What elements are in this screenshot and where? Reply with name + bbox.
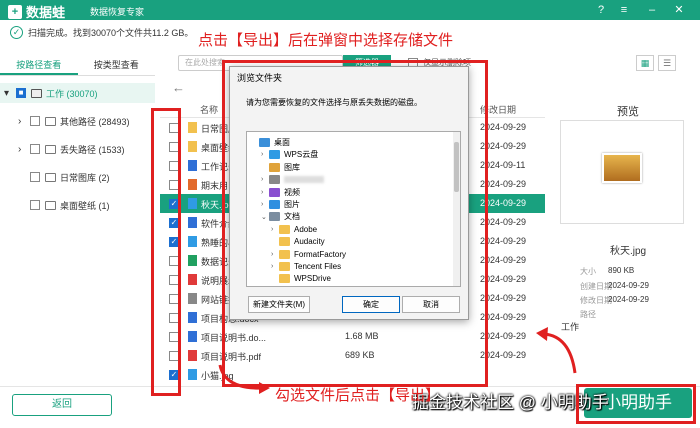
back-button[interactable]: 返回	[12, 394, 112, 416]
tab-by-type[interactable]: 按类型查看	[78, 56, 156, 75]
tab-by-path[interactable]: 按路径查看	[0, 56, 78, 75]
collapse-icon[interactable]: ▾	[4, 88, 14, 99]
img-file-icon	[188, 198, 197, 209]
app-name: 数据蛙	[26, 5, 66, 20]
col-name[interactable]: 名称	[200, 103, 218, 116]
preview-thumbnail	[602, 153, 642, 183]
annotation-box-export	[576, 384, 696, 424]
preview-file-name: 秋天.jpg	[610, 246, 647, 257]
img-file-icon	[188, 369, 197, 380]
app-logo: + 数据蛙	[8, 2, 65, 21]
doc-file-icon	[188, 312, 197, 323]
tree-item-wallpaper[interactable]: 桌面壁纸 (1)	[18, 197, 110, 213]
app-subtitle: 数据恢复专家	[90, 7, 145, 17]
folder-icon	[45, 200, 56, 210]
check-circle-icon: ✓	[10, 26, 23, 39]
expand-icon[interactable]: ›	[18, 116, 28, 127]
tree-item-label: 丢失路径 (1533)	[60, 144, 125, 155]
view-tabs: 按路径查看 按类型查看	[0, 56, 155, 76]
annotation-arrow-left	[218, 364, 270, 394]
scan-status-text: 扫描完成。找到30070个文件共11.2 GB。	[28, 28, 194, 38]
root-checkbox[interactable]: ■	[16, 88, 26, 98]
txt-file-icon	[188, 293, 197, 304]
preview-value: 2024-09-29	[608, 281, 649, 290]
tree-item-label: 日常图库 (2)	[60, 172, 110, 183]
tree-item-label: 桌面壁纸 (1)	[60, 200, 110, 211]
title-bar: + 数据蛙 数据恢复专家 ? ≡ – ✕	[0, 0, 700, 20]
doc-file-icon	[188, 217, 197, 228]
preview-value: 2024-09-29	[608, 295, 649, 304]
preview-value: 890 KB	[608, 266, 635, 275]
img-file-icon	[188, 236, 197, 247]
tree-item-other-paths[interactable]: › 其他路径 (28493)	[18, 113, 130, 129]
ppt-file-icon	[188, 179, 197, 190]
help-icon[interactable]: ?	[594, 3, 608, 17]
folder-file-icon	[188, 122, 197, 133]
left-panel: 按路径查看 按类型查看 ▾ ■ 工作 (30070) › 其他路径 (28493…	[0, 56, 155, 386]
scan-status: ✓ 扫描完成。找到30070个文件共11.2 GB。	[10, 26, 193, 39]
expand-icon[interactable]: ›	[18, 144, 28, 155]
minimize-icon[interactable]: –	[645, 3, 659, 17]
list-view-icon[interactable]: ☰	[658, 55, 676, 71]
tree-item-label: 其他路径 (28493)	[60, 116, 130, 127]
logo-icon: +	[8, 4, 22, 19]
tree-checkbox[interactable]	[30, 144, 40, 154]
menu-icon[interactable]: ≡	[617, 3, 631, 17]
preview-box	[560, 120, 684, 224]
grid-view-icon[interactable]: ▦	[636, 55, 654, 71]
annotation-arrow-right	[536, 327, 577, 374]
annotation-box-checkboxes	[151, 108, 181, 396]
tree-item-daily-gallery[interactable]: 日常图库 (2)	[18, 169, 110, 185]
back-arrow-icon[interactable]: ←	[172, 80, 185, 95]
folder-icon	[45, 172, 56, 182]
doc-file-icon	[188, 331, 197, 342]
tree-checkbox[interactable]	[30, 200, 40, 210]
tree-item-lost-paths[interactable]: › 丢失路径 (1533)	[18, 141, 125, 157]
folder-icon	[45, 144, 56, 154]
tree-root-label: 工作 (30070)	[46, 88, 98, 99]
annotation-bottom: 勾选文件后点击【导出】	[275, 387, 441, 404]
folder-file-icon	[188, 141, 197, 152]
pdf-file-icon	[188, 274, 197, 285]
annotation-box-dialog	[222, 60, 488, 387]
folder-icon	[45, 116, 56, 126]
nav-arrows: ←	[172, 80, 185, 95]
drive-icon	[31, 88, 42, 98]
xls-file-icon	[188, 255, 197, 266]
preview-key: 大小	[580, 267, 596, 276]
tree-checkbox[interactable]	[30, 172, 40, 182]
pdf-file-icon	[188, 350, 197, 361]
annotation-top: 点击【导出】后在弹窗中选择存储文件	[198, 32, 454, 49]
close-icon[interactable]: ✕	[672, 3, 686, 17]
preview-title: 预览	[617, 106, 639, 118]
tree-checkbox[interactable]	[30, 116, 40, 126]
tree-root[interactable]: ▾ ■ 工作 (30070)	[0, 83, 155, 103]
doc-file-icon	[188, 160, 197, 171]
preview-key: 路径	[580, 310, 596, 319]
